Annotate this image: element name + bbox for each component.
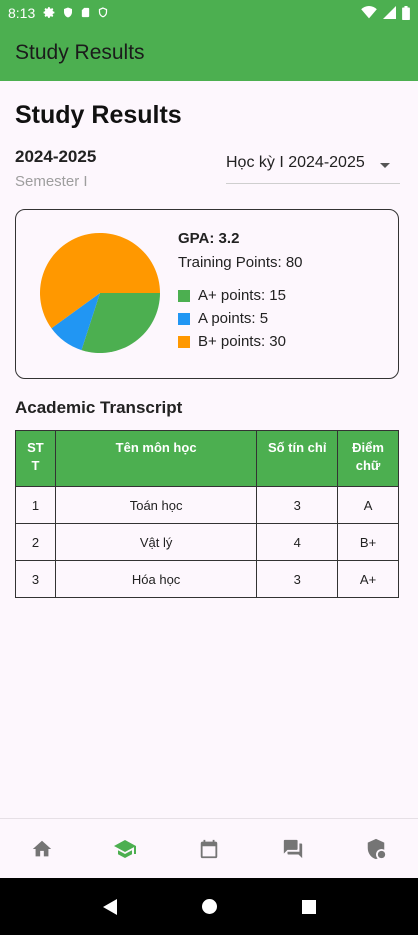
wifi-icon (361, 6, 377, 19)
recents-icon[interactable] (301, 899, 316, 914)
cell-credits: 3 (256, 560, 339, 598)
header-subject: Tên môn học (54, 430, 258, 487)
legend-label: A+ points: 15 (198, 287, 286, 304)
cell-subject: Hóa học (54, 560, 258, 598)
semester-dropdown[interactable]: Học kỳ I 2024-2025 (226, 154, 400, 184)
table-row: 3 Hóa học 3 A+ (15, 560, 399, 598)
main-content: Study Results 2024-2025 Semester I Học k… (0, 81, 418, 818)
header-grade: Điểm chữ (337, 430, 399, 487)
legend-swatch (178, 312, 190, 325)
vpn-icon (99, 7, 108, 18)
gpa-text: GPA: 3.2 (178, 230, 240, 247)
battery-icon (402, 5, 410, 20)
semester-label: Semester I (15, 173, 88, 190)
table-row: 2 Vật lý 4 B+ (15, 523, 399, 561)
school-icon (114, 839, 137, 858)
signal-icon (383, 6, 396, 19)
back-icon[interactable] (102, 898, 117, 915)
cell-subject: Toán học (54, 486, 258, 524)
academic-year: 2024-2025 (15, 147, 97, 166)
bottom-navigation (0, 818, 418, 878)
nav-home[interactable] (22, 829, 62, 869)
cell-credits: 4 (256, 523, 339, 561)
table-row: 1 Toán học 3 A (15, 486, 399, 524)
header-stt: STT (15, 430, 56, 487)
status-time: 8:13 (8, 4, 36, 21)
summary-card: GPA: 3.2 Training Points: 80 A+ points: … (15, 209, 399, 379)
header-credits: Số tín chỉ (256, 430, 339, 487)
legend-swatch (178, 335, 190, 348)
status-bar: 8:13 (0, 0, 418, 25)
legend-label: B+ points: 30 (198, 333, 286, 350)
cell-credits: 3 (256, 486, 339, 524)
cell-stt: 3 (15, 560, 56, 598)
app-bar-title: Study Results (15, 41, 145, 64)
sd-card-icon (82, 7, 90, 18)
home-icon (32, 840, 51, 856)
legend-swatch (178, 289, 190, 302)
nav-calendar[interactable] (189, 829, 229, 869)
cell-grade: A (337, 486, 399, 524)
dropdown-arrow-icon (380, 163, 390, 168)
cell-stt: 1 (15, 486, 56, 524)
cell-grade: A+ (337, 560, 399, 598)
nav-messages[interactable] (273, 829, 313, 869)
legend-item: A+ points: 15 (178, 284, 286, 307)
semester-dropdown-value: Học kỳ I 2024-2025 (226, 154, 365, 171)
shield-icon (64, 7, 73, 18)
cell-subject: Vật lý (54, 523, 258, 561)
chart-legend: A+ points: 15 A points: 5 B+ points: 30 (178, 284, 286, 353)
settings-icon (43, 7, 55, 18)
table-header-row: STT Tên môn học Số tín chỉ Điểm chữ (15, 430, 399, 487)
cell-stt: 2 (15, 523, 56, 561)
app-bar: Study Results (0, 25, 418, 81)
nav-study-results[interactable] (105, 829, 145, 869)
page-title: Study Results (15, 101, 182, 129)
shield-account-icon (367, 838, 386, 859)
cell-grade: B+ (337, 523, 399, 561)
chat-icon (283, 839, 302, 858)
training-points-text: Training Points: 80 (178, 254, 303, 271)
transcript-title: Academic Transcript (15, 398, 183, 417)
grade-pie-chart (40, 233, 160, 353)
legend-item: B+ points: 30 (178, 330, 286, 353)
home-button-icon[interactable] (201, 899, 217, 914)
legend-item: A points: 5 (178, 307, 286, 330)
calendar-icon (200, 839, 218, 858)
legend-label: A points: 5 (198, 310, 269, 327)
nav-account-security[interactable] (356, 829, 396, 869)
transcript-table: STT Tên môn học Số tín chỉ Điểm chữ 1 To… (15, 430, 399, 598)
system-navigation-bar (0, 878, 418, 935)
